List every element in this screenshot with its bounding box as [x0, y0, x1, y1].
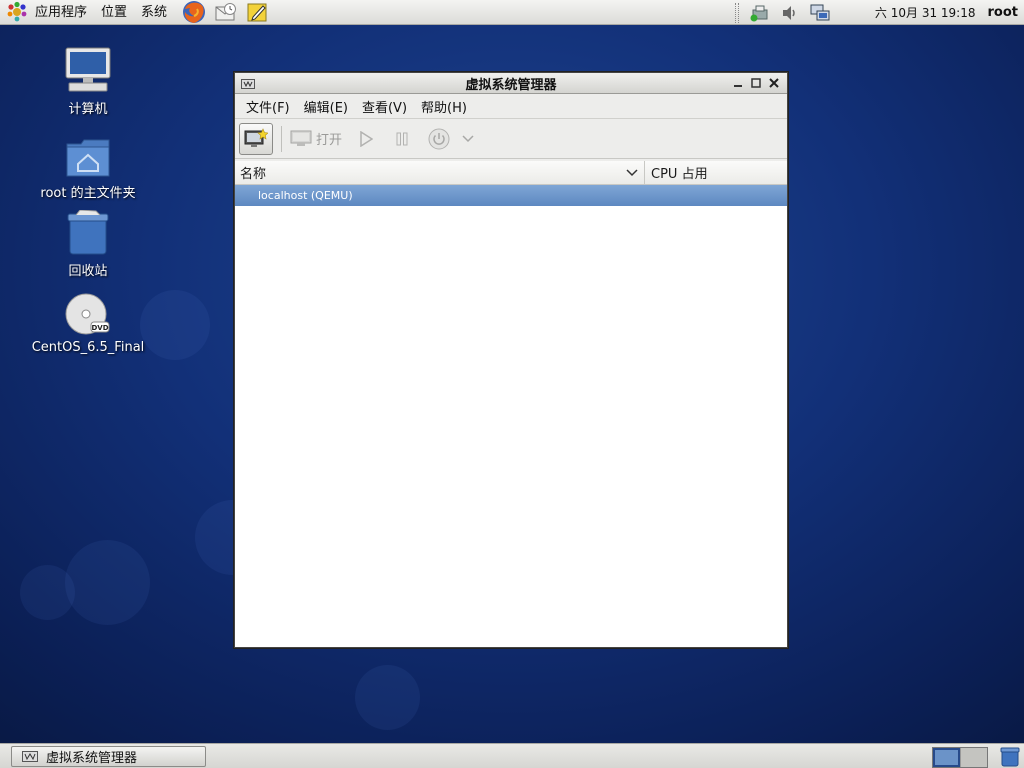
network-printer-icon[interactable]	[748, 2, 772, 24]
list-header: 名称 CPU 占用	[235, 161, 787, 185]
network-icon[interactable]	[808, 2, 832, 24]
svg-text:DVD: DVD	[91, 324, 108, 332]
menu-help[interactable]: 帮助(H)	[414, 97, 474, 116]
desktop-icon-home[interactable]: root 的主文件夹	[23, 130, 153, 201]
user-menu[interactable]: root	[988, 5, 1019, 20]
workspace-1[interactable]	[933, 748, 960, 767]
gnome-foot-icon[interactable]	[6, 1, 28, 23]
run-button[interactable]	[352, 123, 380, 155]
power-icon	[428, 128, 450, 149]
play-icon	[360, 130, 374, 147]
chevron-down-icon[interactable]	[626, 168, 638, 177]
window-menu-icon[interactable]	[241, 78, 255, 89]
column-header-name[interactable]: 名称	[235, 161, 645, 184]
window-controls	[729, 75, 783, 91]
menubar: 文件(F) 编辑(E) 查看(V) 帮助(H)	[235, 94, 787, 119]
desktop-icon-label: root 的主文件夹	[40, 186, 136, 201]
toolbar-separator	[281, 125, 282, 152]
desktop-icon-computer[interactable]: 计算机	[23, 46, 153, 117]
desktop-icon-dvd[interactable]: DVD CentOS_6.5_Final	[23, 288, 153, 355]
applications-menu[interactable]: 应用程序	[28, 0, 94, 25]
system-menu[interactable]: 系统	[134, 0, 174, 25]
shutdown-dropdown[interactable]	[458, 123, 478, 155]
open-button-label: 打开	[316, 133, 343, 148]
workspace-2[interactable]	[960, 748, 987, 767]
top-panel: 应用程序 位置 系统 六 10月 31 19:18 root	[0, 0, 1024, 25]
chevron-down-icon	[462, 134, 474, 142]
toolbar: 打开	[235, 119, 787, 159]
desktop-icon-label: 回收站	[68, 264, 108, 279]
column-header-cpu[interactable]: CPU 占用	[645, 161, 787, 184]
desktop-icon-trash[interactable]: 回收站	[23, 208, 153, 279]
workspace-switcher	[932, 747, 988, 768]
menu-view[interactable]: 查看(V)	[355, 97, 414, 116]
bottom-panel: 虚拟系统管理器	[0, 743, 1024, 768]
trash-icon	[63, 208, 113, 256]
firefox-icon[interactable]	[182, 0, 206, 24]
menu-file[interactable]: 文件(F)	[239, 97, 297, 116]
virt-manager-window: 虚拟系统管理器 文件(F) 编辑(E) 查看(V) 帮助(H) 打开 名称 CP…	[234, 72, 788, 648]
window-titlebar[interactable]: 虚拟系统管理器	[235, 73, 787, 94]
window-title: 虚拟系统管理器	[465, 77, 557, 93]
pause-icon	[396, 132, 408, 145]
mail-icon[interactable]	[214, 0, 238, 24]
notes-icon[interactable]	[246, 0, 270, 24]
desktop-icon-label: 计算机	[68, 102, 108, 117]
connection-name: localhost (QEMU)	[258, 189, 353, 202]
clock[interactable]: 六 10月 31 19:18	[875, 4, 976, 21]
maximize-button[interactable]	[747, 75, 765, 91]
minimize-button[interactable]	[729, 75, 747, 91]
monitor-icon	[290, 130, 312, 146]
column-cpu-label: CPU 占用	[651, 167, 708, 182]
computer-icon	[63, 46, 113, 94]
system-tray: 六 10月 31 19:18 root	[729, 0, 1024, 25]
new-vm-icon	[244, 127, 268, 147]
list-item[interactable]: localhost (QEMU)	[235, 185, 787, 206]
volume-icon[interactable]	[778, 2, 802, 24]
window-icon	[22, 751, 38, 762]
dvd-icon: DVD	[63, 288, 113, 336]
menu-edit[interactable]: 编辑(E)	[297, 97, 355, 116]
places-menu[interactable]: 位置	[94, 0, 134, 25]
close-button[interactable]	[765, 75, 783, 91]
trash-icon[interactable]	[999, 746, 1021, 767]
taskbar-item[interactable]: 虚拟系统管理器	[11, 746, 206, 767]
taskbar-item-label: 虚拟系统管理器	[46, 751, 138, 766]
open-button[interactable]: 打开	[290, 123, 348, 155]
new-vm-button[interactable]	[239, 122, 273, 155]
vm-list: 名称 CPU 占用 localhost (QEMU)	[235, 161, 787, 647]
column-name-label: 名称	[240, 167, 267, 182]
main-menu: 应用程序 位置 系统	[0, 0, 270, 25]
panel-handle[interactable]	[734, 2, 739, 23]
shutdown-button[interactable]	[424, 123, 454, 155]
pause-button[interactable]	[384, 123, 420, 155]
home-folder-icon	[63, 130, 113, 178]
desktop-icon-label: CentOS_6.5_Final	[31, 340, 145, 355]
